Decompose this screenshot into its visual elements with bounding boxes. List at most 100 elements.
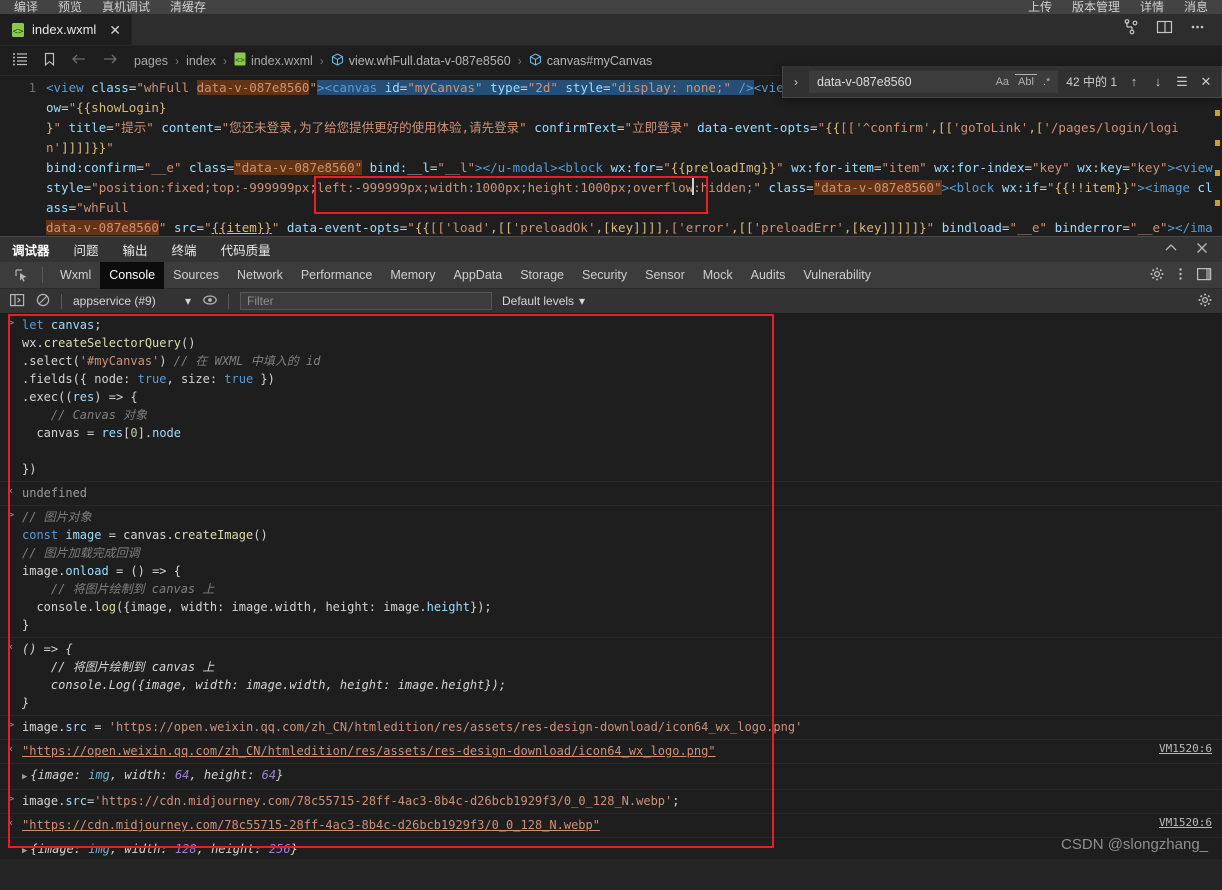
menu-item-upload[interactable]: 上传 — [1028, 1, 1052, 14]
bookmark-icon[interactable] — [43, 52, 56, 70]
find-widget: › data-v-087e8560 Aa Abl .* 42 中的 1 ↑ ↓ … — [782, 66, 1222, 98]
editor-tab-index-wxml[interactable]: <> index.wxml ✕ — [0, 14, 133, 45]
text-caret — [692, 178, 694, 195]
ide-menu-left-group: 编译 预览 真机调试 清缓存 — [14, 1, 206, 14]
breadcrumb-item-pages[interactable]: pages — [134, 54, 168, 68]
show-console-sidebar-icon[interactable] — [4, 293, 30, 310]
more-actions-icon[interactable] — [1189, 19, 1206, 40]
devtools-tab-mock[interactable]: Mock — [694, 262, 742, 289]
console-row[interactable]: ‹ "https://open.weixin.qq.com/zh_CN/htmle… — [0, 740, 1222, 764]
console-row[interactable]: ‹ () => { // 将图片绘制到 canvas 上 console.Log(… — [0, 638, 1222, 716]
live-expression-icon[interactable] — [197, 293, 223, 310]
console-output[interactable]: > let canvas; wx.createSelectorQuery() .s… — [0, 314, 1222, 859]
console-row[interactable]: > image.src = 'https://open.weixin.qq.com… — [0, 716, 1222, 740]
panel-tab-code-quality[interactable]: 代码质量 — [221, 240, 271, 259]
forward-arrow-icon[interactable] — [102, 53, 118, 68]
console-row-content: image.src = 'https://open.weixin.qq.com/… — [22, 720, 803, 734]
breadcrumb-separator: › — [222, 53, 227, 68]
console-filter-input[interactable]: Filter — [240, 292, 492, 310]
console-row-content: // 图片对象 const image = canvas.createImage… — [22, 510, 492, 632]
dock-panel-icon[interactable] — [1197, 267, 1212, 284]
console-row-content: ▶ {image: img, width: 64, height: 64} — [22, 768, 284, 782]
devtools-tab-security[interactable]: Security — [573, 262, 636, 289]
split-editor-icon[interactable] — [1123, 19, 1140, 40]
scroll-match-marker — [1215, 170, 1220, 176]
devtools-tab-console[interactable]: Console — [100, 261, 165, 289]
back-arrow-icon[interactable] — [71, 53, 87, 68]
console-row[interactable]: > // 图片对象 const image = canvas.createImag… — [0, 506, 1222, 638]
panel-tab-problems[interactable]: 问题 — [74, 240, 99, 259]
devtools-tab-performance[interactable]: Performance — [292, 262, 382, 289]
find-input[interactable]: data-v-087e8560 Aa Abl .* — [809, 70, 1059, 93]
close-icon[interactable]: ✕ — [109, 23, 121, 37]
panel-tab-debugger[interactable]: 调试器 — [12, 240, 50, 259]
panel-layout-icon[interactable] — [1156, 19, 1173, 40]
gear-icon[interactable] — [1150, 267, 1164, 284]
breadcrumb-label: pages — [134, 53, 169, 68]
console-row[interactable]: ‹ "https://cdn.midjourney.com/78c55715-28… — [0, 814, 1222, 838]
console-row[interactable]: ▶ {image: img, width: 64, height: 64} — [0, 764, 1222, 790]
clear-console-icon[interactable] — [30, 293, 56, 310]
console-context-selector[interactable]: appservice (#9) ▾ — [67, 294, 197, 308]
kebab-menu-icon[interactable] — [1178, 267, 1183, 284]
console-input-marker-icon: > — [7, 508, 15, 521]
menu-item-version-control[interactable]: 版本管理 — [1072, 1, 1120, 14]
console-row[interactable]: ▶ {image: img, width: 128, height: 256} — [0, 838, 1222, 859]
find-next-icon[interactable]: ↓ — [1149, 74, 1167, 89]
source-location-link[interactable]: VM1520:6 — [1159, 742, 1212, 755]
devtools-tab-wxml[interactable]: Wxml — [51, 262, 100, 289]
console-input-marker-icon — [0, 764, 22, 789]
editor-tab-label: index.wxml — [32, 22, 97, 37]
find-select-all-icon[interactable]: ☰ — [1173, 74, 1191, 90]
source-location-link[interactable]: VM1520:6 — [1159, 816, 1212, 829]
scroll-match-marker — [1215, 200, 1220, 206]
devtools-tab-network[interactable]: Network — [228, 262, 292, 289]
code-wrap: 1 <view class="whFull data-v-087e8560"><… — [0, 76, 1222, 236]
menu-item-remote-debug[interactable]: 真机调试 — [102, 1, 150, 14]
console-row[interactable]: > image.src='https://cdn.midjourney.com/7… — [0, 790, 1222, 814]
editor-tab-actions — [1107, 14, 1222, 45]
match-case-icon[interactable]: Aa — [993, 75, 1012, 89]
code-editor[interactable]: 1 <view class="whFull data-v-087e8560"><… — [0, 76, 1222, 236]
console-row[interactable]: > let canvas; wx.createSelectorQuery() .s… — [0, 314, 1222, 482]
editor-tab-bar: <> index.wxml ✕ — [0, 14, 1222, 46]
devtools-tab-audits[interactable]: Audits — [742, 262, 795, 289]
match-whole-word-icon[interactable]: Abl — [1015, 74, 1037, 89]
breadcrumb-item-canvas-symbol[interactable]: canvas#myCanvas — [529, 53, 652, 68]
devtools-tab-appdata[interactable]: AppData — [445, 262, 512, 289]
wxml-file-icon: <> — [234, 52, 246, 69]
find-input-value: data-v-087e8560 — [817, 74, 912, 89]
console-log-levels-selector[interactable]: Default levels ▾ — [502, 294, 585, 308]
console-row[interactable]: ‹ undefined — [0, 482, 1222, 506]
breadcrumb-item-view-symbol[interactable]: view.whFull.data-v-087e8560 — [331, 53, 511, 68]
find-previous-icon[interactable]: ↑ — [1125, 74, 1143, 89]
chevron-right-icon[interactable]: › — [789, 75, 803, 89]
devtools-tab-memory[interactable]: Memory — [381, 262, 444, 289]
console-settings-gear-icon[interactable] — [1198, 293, 1212, 310]
menu-item-details[interactable]: 详情 — [1140, 1, 1164, 14]
panel-tab-terminal[interactable]: 终端 — [172, 240, 197, 259]
panel-tab-output[interactable]: 输出 — [123, 240, 148, 259]
menu-item-messages[interactable]: 消息 — [1184, 1, 1208, 14]
devtools-tab-sensor[interactable]: Sensor — [636, 262, 694, 289]
find-close-icon[interactable]: ✕ — [1197, 74, 1215, 90]
console-log-levels-value: Default levels — [502, 294, 575, 308]
console-input-marker-icon: > — [7, 316, 15, 329]
menu-item-clear-cache[interactable]: 清缓存 — [170, 1, 206, 14]
symbol-cube-icon — [331, 53, 344, 68]
devtools-tab-storage[interactable]: Storage — [511, 262, 573, 289]
menu-item-preview[interactable]: 预览 — [58, 1, 82, 14]
devtools-tab-sources[interactable]: Sources — [164, 262, 228, 289]
outline-icon[interactable] — [12, 52, 28, 69]
menu-item-compile[interactable]: 编译 — [14, 1, 38, 14]
code-content[interactable]: <view class="whFull data-v-087e8560"><ca… — [46, 78, 1222, 236]
breadcrumb-item-index[interactable]: index — [186, 54, 216, 68]
console-toolbar-actions — [1198, 293, 1222, 310]
inspect-element-icon[interactable] — [8, 264, 34, 286]
devtools-tab-vulnerability[interactable]: Vulnerability — [794, 262, 880, 289]
close-panel-icon[interactable] — [1196, 242, 1208, 257]
use-regex-icon[interactable]: .* — [1040, 75, 1053, 89]
devtools-tab-bar: Wxml Console Sources Network Performance… — [0, 261, 1222, 289]
breadcrumb-item-index-wxml[interactable]: <> index.wxml — [234, 52, 313, 69]
collapse-panel-icon[interactable] — [1164, 242, 1178, 257]
